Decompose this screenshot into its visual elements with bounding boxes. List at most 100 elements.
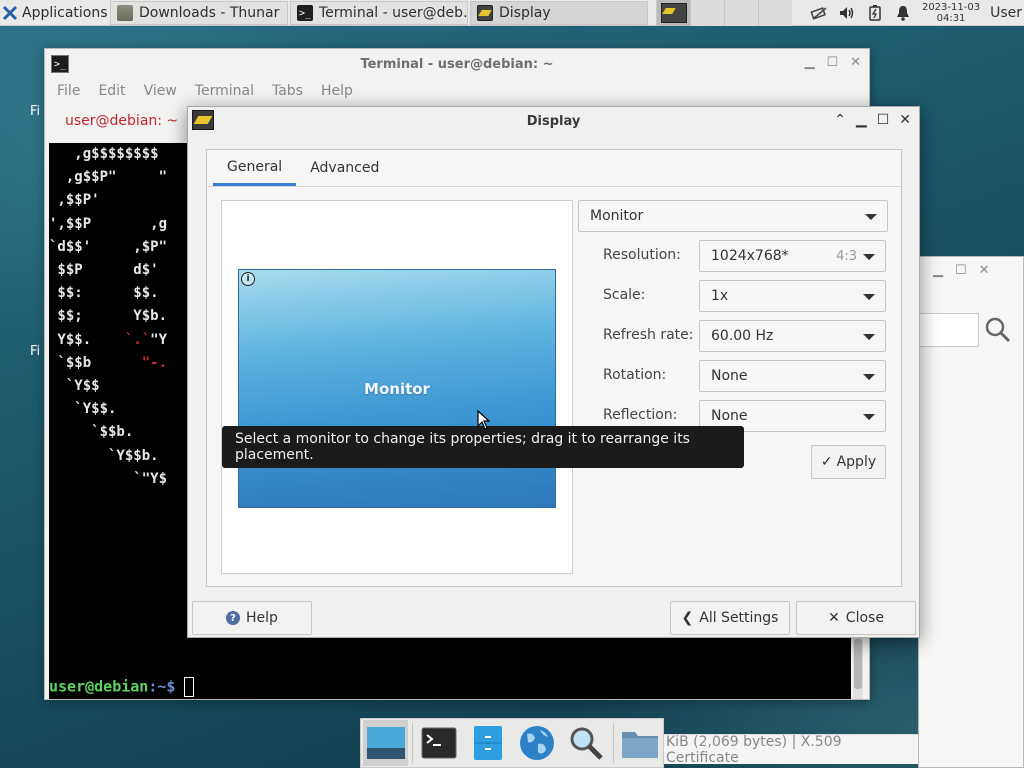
apply-button[interactable]: ✓ Apply — [811, 445, 886, 479]
display-icon — [660, 3, 687, 23]
ascii-line: `Y$$. — [49, 401, 117, 418]
terminal-icon: >_ — [51, 55, 69, 73]
task-label: Terminal - user@deb… — [319, 5, 468, 21]
task-label: Display — [499, 5, 551, 21]
background-window: ▁ ☐ ✕ — [918, 256, 1024, 768]
maximize-icon[interactable]: ☐ — [955, 263, 967, 278]
applications-label: Applications — [22, 4, 108, 21]
desktop-icon-label[interactable]: Fi — [30, 344, 40, 359]
close-icon[interactable]: ✕ — [850, 55, 861, 70]
applications-menu[interactable]: Applications: — [0, 0, 108, 26]
clock-time: 04:31 — [936, 13, 966, 24]
menu-tabs[interactable]: Tabs — [272, 83, 303, 99]
help-icon: ? — [226, 611, 241, 625]
monitor-select[interactable]: Monitor — [578, 200, 888, 232]
workspace-3[interactable] — [724, 0, 758, 26]
menu-file[interactable]: File — [57, 83, 80, 99]
ascii-line: $$P d$' — [49, 262, 159, 279]
terminal-tab[interactable]: user@debian: ~ — [65, 109, 178, 133]
user-menu[interactable]: User — [990, 5, 1022, 21]
menu-terminal[interactable]: Terminal — [195, 83, 254, 99]
battery-icon[interactable] — [866, 4, 884, 22]
dock-file-manager[interactable] — [466, 720, 511, 766]
scale-select[interactable]: 1x — [699, 280, 886, 312]
monitor-tile[interactable]: i Monitor — [238, 269, 556, 508]
settings-notebook: General Advanced i Monitor Monitor Resol… — [206, 149, 902, 587]
menu-help[interactable]: Help — [321, 83, 353, 99]
terminal-icon: >_ — [297, 5, 313, 21]
chevron-down-icon — [863, 374, 875, 380]
menu-edit[interactable]: Edit — [98, 83, 125, 99]
workspace-1[interactable] — [656, 0, 690, 26]
window-controls: ⌃ ▁ ☐ ✕ — [834, 112, 911, 128]
bottom-dock — [360, 718, 664, 768]
chevron-down-icon — [865, 214, 877, 220]
workspace-switcher — [656, 0, 792, 26]
search-icon[interactable] — [985, 317, 1011, 349]
resolution-select[interactable]: 1024x768* 4:3 — [699, 240, 886, 272]
terminal-titlebar[interactable]: >_ Terminal - user@debian: ~ ▁ ☐ ✕ — [45, 49, 869, 79]
prompt-user: user@debian — [49, 677, 149, 696]
ascii-line: ,$$P' — [49, 192, 100, 209]
search-input[interactable] — [919, 313, 979, 347]
task-thunar[interactable]: Downloads - Thunar — [110, 1, 288, 25]
chevron-down-icon — [863, 414, 875, 420]
desktop-icon-label[interactable]: Fi — [30, 104, 40, 119]
ascii-line: `d$$' ,$P" — [49, 238, 168, 255]
volume-icon[interactable] — [838, 4, 856, 22]
close-icon[interactable]: ✕ — [979, 263, 990, 278]
ascii-line: `$$b "-. — [49, 354, 168, 371]
refresh-rate-select[interactable]: 60.00 Hz — [699, 320, 886, 352]
workspace-4[interactable] — [758, 0, 792, 26]
text-cursor — [184, 677, 195, 697]
ascii-line: ,g$$$$$$$$ — [49, 146, 159, 162]
minimize-icon[interactable]: ▁ — [856, 112, 867, 128]
chevron-left-icon: ❮ — [681, 610, 694, 626]
tab-general[interactable]: General — [213, 150, 297, 186]
chevron-down-icon — [863, 334, 875, 340]
dialog-titlebar[interactable]: Display ⌃ ▁ ☐ ✕ — [188, 107, 919, 135]
file-status-text: KiB (2,069 bytes) | X.509 Certificate — [666, 733, 842, 766]
window-controls: ▁ ☐ ✕ — [933, 263, 990, 278]
window-title: Terminal - user@debian: ~ — [360, 56, 554, 72]
scale-label: Scale: — [603, 287, 646, 303]
ascii-line: `"Y$ — [49, 470, 168, 487]
notification-bell-icon[interactable] — [894, 4, 912, 22]
ascii-line: ,g$$P" " — [49, 169, 168, 186]
monitor-layout-area[interactable]: i Monitor — [221, 200, 573, 574]
rotation-select[interactable]: None — [699, 360, 886, 392]
resolution-label: Resolution: — [603, 247, 681, 263]
top-panel: Applications: Downloads - Thunar >_ Term… — [0, 0, 1024, 26]
minimize-icon[interactable]: ▁ — [933, 263, 943, 278]
close-button[interactable]: ✕ Close — [796, 601, 916, 635]
dock-show-desktop[interactable] — [363, 720, 408, 766]
minimize-icon[interactable]: ▁ — [804, 55, 814, 70]
scrollbar-thumb[interactable] — [854, 639, 862, 689]
maximize-icon[interactable]: ☐ — [826, 55, 838, 70]
window-controls: ▁ ☐ ✕ — [804, 55, 861, 70]
network-icon[interactable] — [810, 4, 828, 22]
workspace-2[interactable] — [690, 0, 724, 26]
info-icon[interactable]: i — [239, 270, 257, 288]
maximize-icon[interactable]: ☐ — [877, 112, 890, 128]
ascii-line: `Y$$ — [49, 378, 100, 395]
all-settings-button[interactable]: ❮ All Settings — [670, 601, 790, 635]
task-terminal[interactable]: >_ Terminal - user@deb… — [290, 1, 468, 25]
dialog-title: Display — [526, 113, 581, 129]
task-display[interactable]: Display — [470, 1, 648, 25]
display-icon — [192, 110, 214, 130]
dock-folder[interactable] — [618, 720, 663, 766]
menu-view[interactable]: View — [144, 83, 177, 99]
check-icon: ✓ — [820, 454, 833, 470]
close-icon[interactable]: ✕ — [899, 112, 911, 128]
prompt-path: :~$ — [148, 677, 185, 696]
shade-icon[interactable]: ⌃ — [834, 112, 846, 128]
dock-terminal[interactable] — [417, 720, 462, 766]
tab-advanced[interactable]: Advanced — [296, 150, 393, 186]
ascii-line: ',$$P ,g — [49, 215, 168, 232]
display-icon — [477, 5, 493, 21]
dock-web-browser[interactable] — [515, 720, 560, 766]
dock-search[interactable] — [564, 720, 609, 766]
help-button[interactable]: ? Help — [192, 601, 312, 635]
clock[interactable]: 2023-11-03 04:31 — [922, 2, 980, 24]
